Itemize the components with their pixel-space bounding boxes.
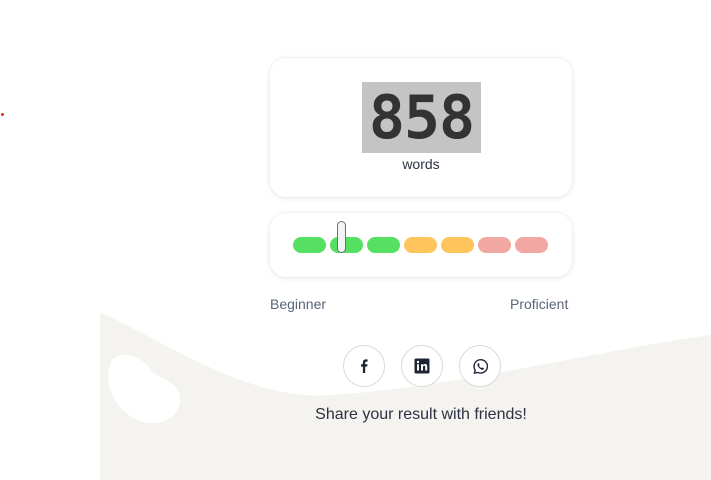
meter-segment bbox=[441, 237, 474, 253]
share-facebook-button[interactable] bbox=[343, 345, 385, 387]
red-dot-marker bbox=[1, 113, 4, 116]
meter-segment bbox=[478, 237, 511, 253]
whatsapp-icon bbox=[472, 358, 488, 374]
level-max-label: Proficient bbox=[510, 296, 569, 312]
score-card: 858 words bbox=[270, 58, 572, 197]
share-prompt: Share your result with friends! bbox=[315, 406, 527, 423]
share-whatsapp-button[interactable] bbox=[459, 345, 501, 387]
meter-segment bbox=[404, 237, 437, 253]
meter-handle bbox=[337, 221, 346, 253]
meter-segment bbox=[515, 237, 548, 253]
linkedin-icon bbox=[414, 358, 430, 374]
word-count-value: 858 bbox=[362, 82, 481, 153]
meter-segment bbox=[330, 237, 363, 253]
word-count-unit: words bbox=[402, 156, 440, 172]
meter-segment bbox=[367, 237, 400, 253]
facebook-icon bbox=[361, 359, 368, 373]
share-linkedin-button[interactable] bbox=[401, 345, 443, 387]
meter-segment bbox=[293, 237, 326, 253]
level-meter bbox=[270, 213, 572, 277]
level-min-label: Beginner bbox=[270, 296, 327, 312]
